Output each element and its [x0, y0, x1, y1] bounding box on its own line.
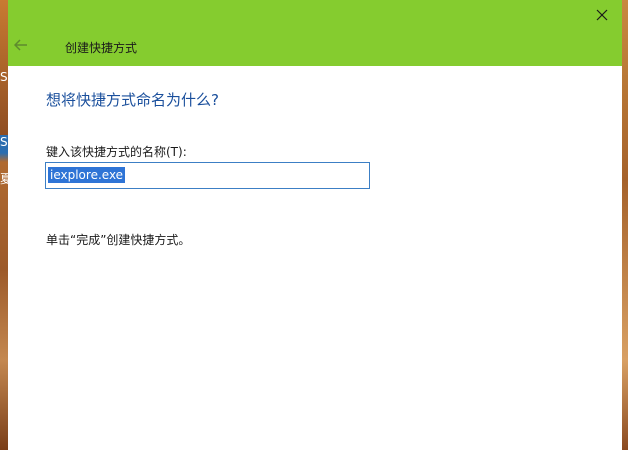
page-heading: 想将快捷方式命名为什么? — [46, 91, 219, 109]
wizard-title: 创建快捷方式 — [65, 41, 138, 55]
close-icon — [596, 9, 608, 21]
back-button[interactable] — [12, 36, 30, 54]
close-button[interactable] — [592, 5, 612, 25]
desktop-background-edge — [622, 0, 628, 450]
shortcut-name-field[interactable]: iexplore.exe — [45, 162, 370, 189]
back-arrow-icon — [14, 39, 27, 51]
desktop-icon-label: S — [0, 70, 8, 84]
shortcut-name-label: 键入该快捷方式的名称(T): — [46, 145, 187, 159]
finish-instruction: 单击“完成”创建快捷方式。 — [46, 233, 191, 247]
desktop-icon-label: 夏 — [0, 172, 8, 186]
wizard-header: 创建快捷方式 — [8, 0, 622, 66]
shortcut-name-input[interactable] — [46, 163, 369, 188]
desktop-icon-label: S — [0, 135, 8, 149]
create-shortcut-wizard: 创建快捷方式 想将快捷方式命名为什么? 键入该快捷方式的名称(T): iexpl… — [8, 0, 623, 450]
desktop-background — [0, 0, 8, 450]
